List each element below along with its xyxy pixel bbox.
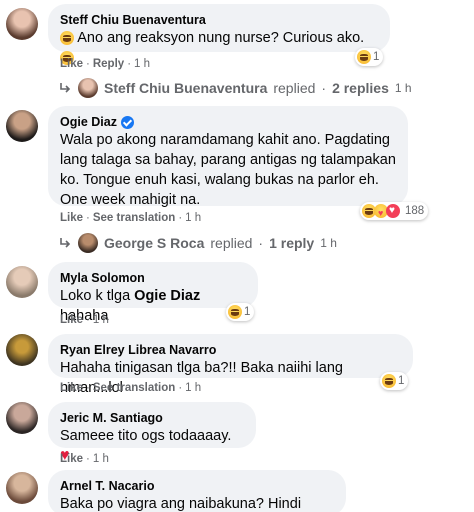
comment-time: 1 h [185,382,202,394]
comment-bubble: Ryan Elrey Librea Navarro Hahaha tinigas… [48,334,413,396]
reaction-badge[interactable]: 1 [226,303,255,321]
comment-actions: Like · 1 h [60,453,109,465]
love-reaction-icon [386,204,400,218]
comment-actions: Like · 1 h [60,314,109,326]
comment-author[interactable]: Myla Solomon [60,270,246,286]
comment-time: 1 h [134,58,151,70]
see-translation-link[interactable]: See translation [93,382,175,394]
avatar[interactable] [6,8,38,40]
haha-emoji [60,31,74,46]
reply-arrow-icon [60,238,71,248]
comment-bubble: Jeric M. Santiago Sameee tito ogs todaaa… [48,402,256,464]
verified-badge-icon [120,115,134,129]
haha-reaction-icon [357,50,371,64]
comment-bubble: Arnel T. Nacario Baka po viagra ang naib… [48,470,346,512]
comment-time: 1 h [185,212,202,224]
avatar[interactable] [6,402,38,434]
like-button[interactable]: Like [60,212,83,224]
see-translation-link[interactable]: See translation [93,212,175,224]
comment-author[interactable]: Ryan Elrey Librea Navarro [60,342,401,358]
comment-author[interactable]: Jeric M. Santiago [60,410,244,426]
reply-arrow-icon [60,83,71,93]
mention-link[interactable]: Ogie Diaz [134,288,200,304]
comment-actions: Like · See translation · 1 h [60,382,202,394]
comment-time: 1 h [92,453,109,465]
avatar[interactable] [6,266,38,298]
comment-text: Baka po viagra ang naibakuna? Hindi kaya… [60,496,302,512]
comment-author[interactable]: Ogie Diaz [60,114,396,130]
reaction-badge[interactable]: 1 [355,48,384,66]
avatar[interactable] [6,472,38,504]
comment-bubble: Myla Solomon Loko k tlga Ogie Diaz hahah… [48,262,258,324]
comment-actions: Like · Reply · 1 h [60,58,151,70]
comment-bubble: Steff Chiu Buenaventura Ano ang reaksyon… [48,4,390,66]
like-button[interactable]: Like [60,314,83,326]
comment-time: 1 h [92,314,109,326]
comment-bubble: Ogie Diaz Wala po akong naramdamang kahi… [48,106,408,208]
avatar[interactable] [6,334,38,366]
comment-actions: Like · See translation · 1 h [60,212,202,224]
comment-text: Wala po akong naramdamang kahit ano. Pag… [60,132,396,208]
reaction-badge[interactable]: 188 [360,202,429,220]
view-replies[interactable]: Steff Chiu Buenaventura replied · 2 repl… [58,78,412,98]
like-button[interactable]: Like [60,382,83,394]
like-button[interactable]: Like [60,58,83,70]
avatar [78,78,98,98]
comment-author[interactable]: Arnel T. Nacario [60,478,334,494]
haha-reaction-icon [228,305,242,319]
haha-reaction-icon [382,374,396,388]
comment-author[interactable]: Steff Chiu Buenaventura [60,12,378,28]
avatar [78,233,98,253]
avatar[interactable] [6,110,38,142]
reply-button[interactable]: Reply [93,58,124,70]
like-button[interactable]: Like [60,453,83,465]
reaction-badge[interactable]: 1 [380,372,409,390]
view-replies[interactable]: George S Roca replied · 1 reply 1 h [58,233,337,253]
